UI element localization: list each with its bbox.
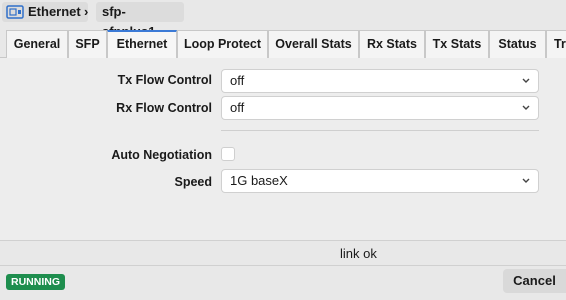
speed-select[interactable]: 1G baseX [221,169,539,193]
rx-flow-control-value: off [230,100,245,115]
auto-negotiation-label: Auto Negotiation [111,148,212,162]
tx-flow-control-value: off [230,73,245,88]
section-divider [221,130,539,131]
speed-label: Speed [174,175,212,189]
status-line: link ok [0,240,566,266]
tab-sfp[interactable]: SFP [68,30,107,58]
chevron-down-icon [522,78,530,83]
tab-ethernet[interactable]: Ethernet [107,30,177,59]
link-status-text: link ok [340,246,377,261]
cancel-button[interactable]: Cancel [503,269,566,293]
tab-loop-protect[interactable]: Loop Protect [177,30,268,58]
tab-bar: General SFP Ethernet Loop Protect Overal… [0,30,566,59]
breadcrumb: Ethernet › sfp-sfpplus1 [0,0,566,39]
tab-general[interactable]: General [6,30,68,58]
breadcrumb-separator: › [84,4,89,19]
auto-negotiation-checkbox[interactable] [221,147,235,161]
breadcrumb-label: Ethernet [28,4,81,19]
tx-flow-control-select[interactable]: off [221,69,539,93]
tab-rx-stats[interactable]: Rx Stats [359,30,425,58]
footer-bar: RUNNING Cancel [0,266,566,300]
rx-flow-control-label: Rx Flow Control [116,101,212,115]
tab-overall-stats[interactable]: Overall Stats [268,30,359,58]
chevron-down-icon [522,178,530,183]
tab-tx-stats[interactable]: Tx Stats [425,30,489,58]
breadcrumb-item-interface[interactable]: sfp-sfpplus1 [96,2,184,39]
running-status-badge: RUNNING [6,274,65,290]
ethernet-form: Tx Flow Control off Rx Flow Control off … [0,58,566,240]
tab-traffic[interactable]: Tra [546,30,566,58]
chevron-down-icon [522,105,530,110]
ethernet-port-icon [6,5,24,19]
breadcrumb-item-ethernet[interactable]: Ethernet [2,2,88,22]
tx-flow-control-label: Tx Flow Control [117,73,212,87]
rx-flow-control-select[interactable]: off [221,96,539,120]
speed-value: 1G baseX [230,173,288,188]
tab-status[interactable]: Status [489,30,546,58]
